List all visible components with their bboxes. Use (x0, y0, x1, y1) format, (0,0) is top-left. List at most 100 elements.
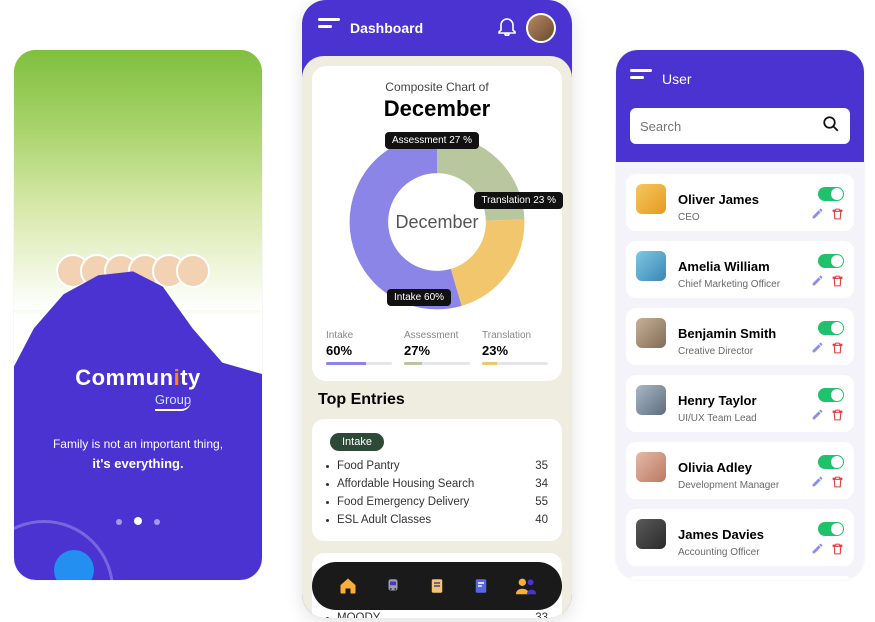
onboarding-screen: Community Group Family is not an importa… (14, 50, 262, 580)
legend-value: 27% (404, 343, 470, 358)
page-indicator[interactable] (14, 512, 262, 530)
user-role: CEO (678, 212, 800, 223)
delete-icon[interactable] (830, 274, 844, 288)
user-row[interactable]: Sophia Ames Area Manager (626, 576, 854, 580)
entry-name: ESL Adult Classes (337, 514, 535, 526)
nav-users-icon[interactable] (512, 572, 540, 600)
user-role: Accounting Officer (678, 547, 800, 558)
delete-icon[interactable] (830, 542, 844, 556)
chart-month: December (326, 96, 548, 122)
nav-home-icon[interactable] (334, 572, 362, 600)
tagline-line1: Family is not an important thing, (14, 435, 262, 454)
page-title: User (662, 71, 692, 87)
user-name: Benjamin Smith (678, 326, 800, 341)
avatar (636, 519, 666, 549)
entry-value: 35 (535, 460, 548, 472)
tagline-line2: it's everything. (14, 454, 262, 475)
edit-icon[interactable] (810, 207, 824, 221)
user-row[interactable]: Benjamin Smith Creative Director (626, 308, 854, 365)
edit-icon[interactable] (810, 475, 824, 489)
search-bar[interactable] (630, 108, 850, 144)
logo-text: Commun (75, 365, 173, 390)
entry-value: 55 (535, 496, 548, 508)
badge-intake: Intake 60% (387, 289, 451, 306)
user-row[interactable]: Olivia Adley Development Manager (626, 442, 854, 499)
user-header: User (616, 50, 864, 162)
avatar (636, 251, 666, 281)
user-role: UI/UX Team Lead (678, 413, 800, 424)
active-toggle[interactable] (818, 187, 844, 201)
user-list-screen: User Oliver James CEO Amelia William Chi… (616, 50, 864, 580)
chart-supertitle: Composite Chart of (326, 80, 548, 94)
search-input[interactable] (640, 119, 822, 134)
menu-icon[interactable] (318, 18, 340, 39)
active-toggle[interactable] (818, 388, 844, 402)
page-dot[interactable] (116, 519, 122, 525)
entry-row: Affordable Housing Search34 (326, 475, 548, 493)
active-toggle[interactable] (818, 522, 844, 536)
avatar[interactable] (526, 13, 556, 43)
entry-name: Food Emergency Delivery (337, 496, 535, 508)
user-name: Amelia William (678, 259, 800, 274)
menu-icon[interactable] (630, 69, 652, 90)
dashboard-screen: Dashboard Composite Chart of December De… (302, 0, 572, 618)
edit-icon[interactable] (810, 341, 824, 355)
user-list: Oliver James CEO Amelia William Chief Ma… (616, 162, 864, 580)
edit-icon[interactable] (810, 408, 824, 422)
user-row[interactable]: James Davies Accounting Officer (626, 509, 854, 566)
entry-row: Food Emergency Delivery55 (326, 493, 548, 511)
user-role: Chief Marketing Officer (678, 279, 800, 290)
user-name: Olivia Adley (678, 460, 800, 475)
chart-legend: Intake 60% Assessment 27% Translation 23… (326, 330, 548, 365)
nav-train-icon[interactable] (379, 572, 407, 600)
user-row[interactable]: Oliver James CEO (626, 174, 854, 231)
active-toggle[interactable] (818, 321, 844, 335)
page-dot[interactable] (154, 519, 160, 525)
user-name: James Davies (678, 527, 800, 542)
entry-row: MOODY33 (326, 609, 548, 618)
user-row[interactable]: Henry Taylor UI/UX Team Lead (626, 375, 854, 432)
legend-label: Assessment (404, 330, 470, 341)
search-icon[interactable] (822, 115, 840, 138)
bell-icon[interactable] (498, 16, 516, 41)
avatar (636, 385, 666, 415)
badge-assessment: Assessment 27 % (385, 132, 479, 149)
entry-value: 34 (535, 478, 548, 490)
delete-icon[interactable] (830, 341, 844, 355)
delete-icon[interactable] (830, 408, 844, 422)
user-name: Henry Taylor (678, 393, 800, 408)
logo-text-end: ty (180, 365, 201, 390)
active-toggle[interactable] (818, 455, 844, 469)
dashboard-header: Dashboard (302, 0, 572, 56)
entry-name: Food Pantry (337, 460, 535, 472)
legend-bar (404, 362, 470, 365)
legend-bar (326, 362, 392, 365)
entry-row: Food Pantry35 (326, 457, 548, 475)
user-role: Development Manager (678, 480, 800, 491)
entry-value: 33 (535, 612, 548, 618)
entry-name: MOODY (337, 612, 535, 618)
nav-clipboard-icon[interactable] (423, 572, 451, 600)
family-hero-image (14, 50, 262, 310)
delete-icon[interactable] (830, 475, 844, 489)
nav-note-icon[interactable] (467, 572, 495, 600)
entry-value: 40 (535, 514, 548, 526)
edit-icon[interactable] (810, 274, 824, 288)
onboarding-tagline: Family is not an important thing, it's e… (14, 435, 262, 475)
edit-icon[interactable] (810, 542, 824, 556)
badge-translation: Translation 23 % (474, 192, 563, 209)
active-toggle[interactable] (818, 254, 844, 268)
legend-item: Translation 23% (482, 330, 548, 365)
entry-name: Affordable Housing Search (337, 478, 535, 490)
user-row[interactable]: Amelia William Chief Marketing Officer (626, 241, 854, 298)
page-title: Dashboard (350, 20, 498, 36)
delete-icon[interactable] (830, 207, 844, 221)
user-name: Oliver James (678, 192, 800, 207)
legend-value: 23% (482, 343, 548, 358)
legend-bar (482, 362, 548, 365)
top-entries-title: Top Entries (318, 391, 556, 409)
composite-chart-card: Composite Chart of December December Ass… (312, 66, 562, 381)
app-logo: Community Group (14, 365, 262, 411)
section-chip: Intake (330, 433, 384, 451)
page-dot-active[interactable] (134, 517, 142, 525)
